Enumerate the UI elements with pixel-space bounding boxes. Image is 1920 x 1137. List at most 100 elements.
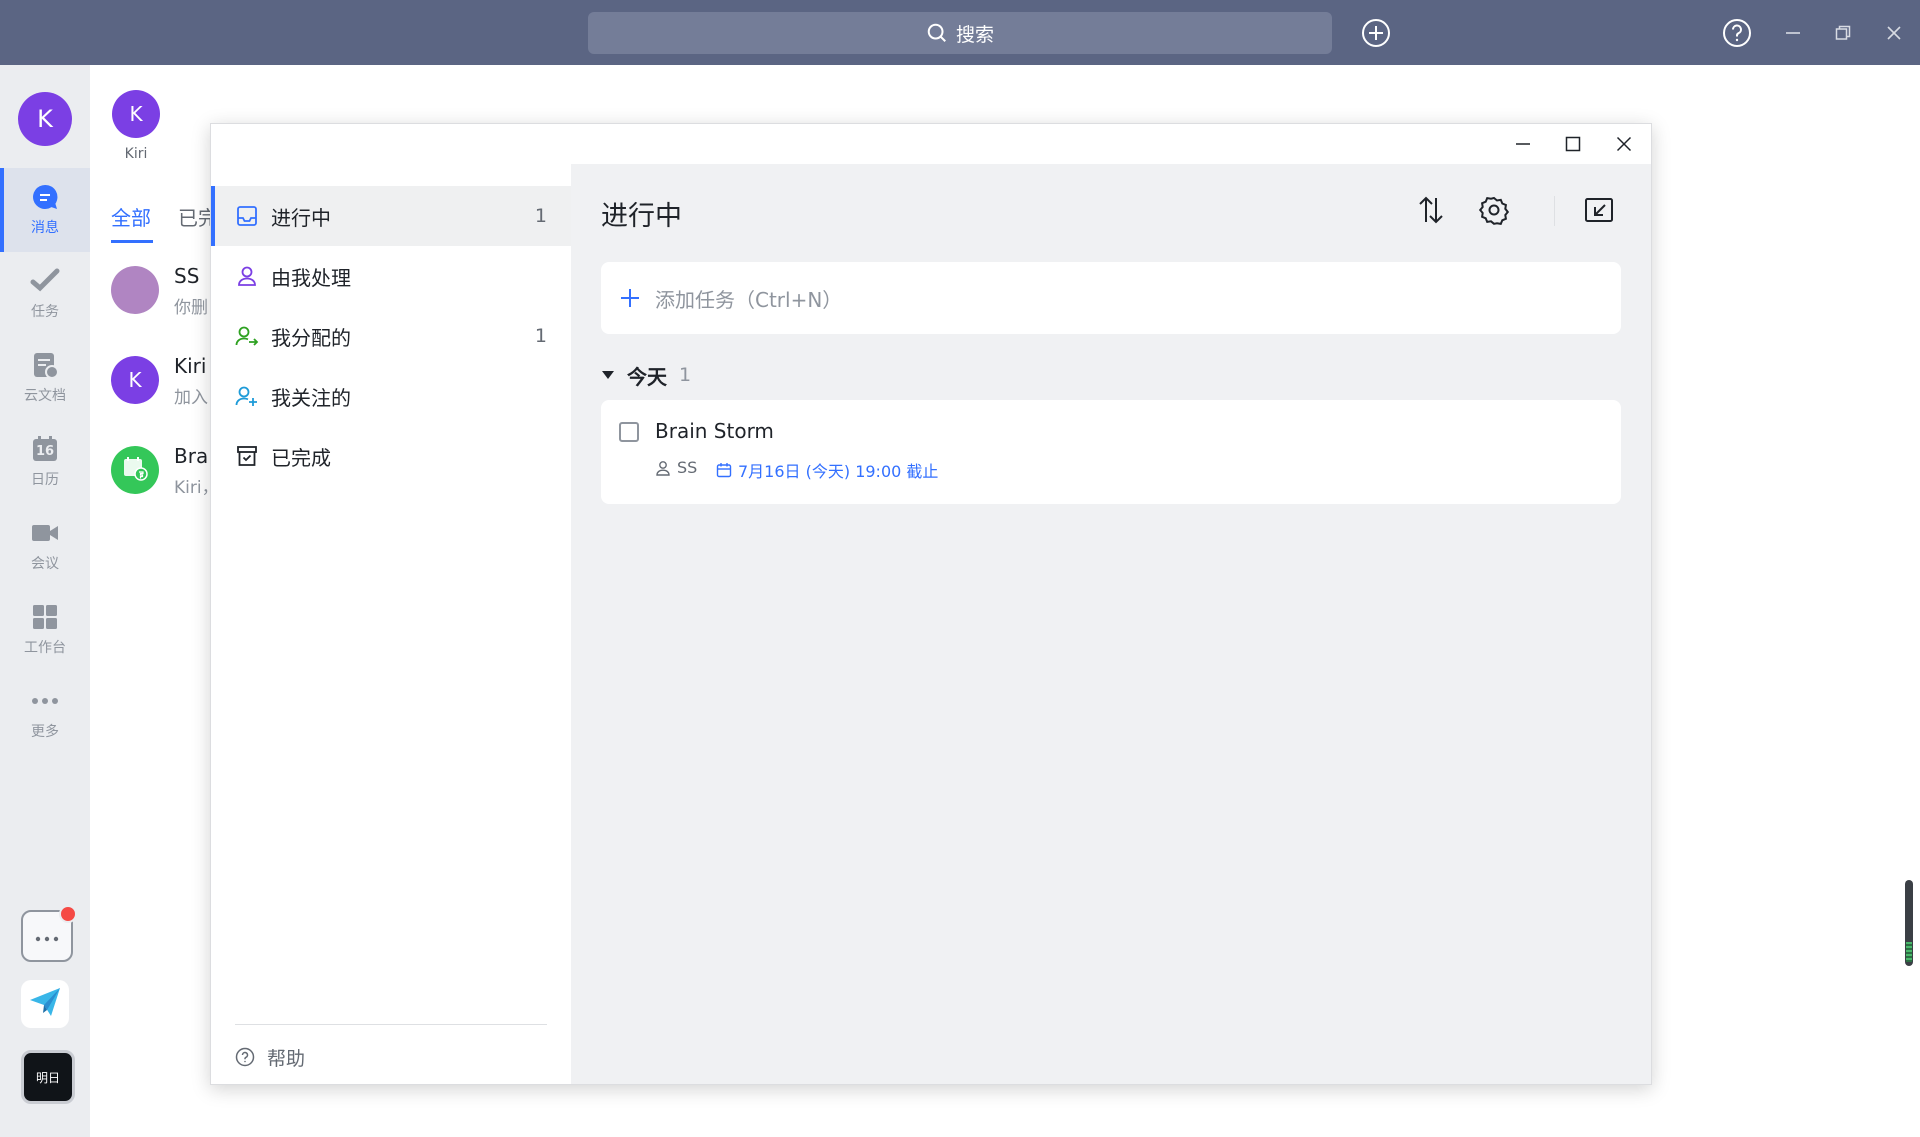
- profile-avatar[interactable]: K: [112, 90, 160, 138]
- nav-label: 日历: [31, 472, 59, 488]
- nav-item-tasks[interactable]: 任务: [0, 252, 90, 336]
- group-header-today[interactable]: 今天 1: [601, 358, 691, 392]
- help-label: 帮助: [267, 1047, 306, 1070]
- window-minimize-icon[interactable]: [1513, 134, 1533, 154]
- more-dots-icon: [35, 927, 59, 946]
- nav-item-meetings[interactable]: 会议: [0, 504, 90, 588]
- task-due-date[interactable]: 7月16日 (今天) 19:00 截止: [716, 458, 938, 482]
- chat-name: Kiri: [174, 354, 207, 378]
- add-task-placeholder: 添加任务（Ctrl+N）: [655, 287, 843, 312]
- sidebar-item-completed[interactable]: 已完成: [211, 426, 571, 486]
- chat-avatar-brainstorm[interactable]: [111, 446, 159, 494]
- search-icon: [926, 22, 948, 44]
- calendar-bot-icon: [122, 455, 148, 486]
- help-link[interactable]: 帮助: [235, 1040, 305, 1074]
- window-maximize-icon[interactable]: [1563, 134, 1583, 154]
- nav-item-more[interactable]: 更多: [0, 672, 90, 756]
- sidebar-item-label: 已完成: [271, 445, 331, 470]
- sidebar-item-assigned-to-me[interactable]: 由我处理: [211, 246, 571, 306]
- collapse-window-icon[interactable]: [1583, 194, 1615, 226]
- nav-item-workplace[interactable]: 工作台: [0, 588, 90, 672]
- add-icon[interactable]: [1360, 17, 1392, 49]
- message-icon: [31, 183, 59, 211]
- chat-tab-all[interactable]: 全部: [111, 202, 151, 231]
- chat-preview: 加入: [174, 388, 208, 408]
- settings-gear-icon[interactable]: [1478, 194, 1510, 226]
- app-tomorrow-button[interactable]: 明日: [21, 1050, 75, 1104]
- nav-label: 工作台: [24, 640, 66, 656]
- nav-label: 消息: [31, 220, 59, 236]
- task-card[interactable]: Brain Storm SS 7月16日 (今天) 19:00 截止: [601, 400, 1621, 504]
- nav-label: 云文档: [24, 388, 66, 404]
- profile-name: Kiri: [124, 146, 148, 162]
- grid-icon: [31, 603, 59, 631]
- sidebar-item-count: 1: [534, 325, 547, 347]
- person-small-icon: [655, 460, 671, 476]
- sidebar-item-assigned-by-me[interactable]: 我分配的 1: [211, 306, 571, 366]
- nav-label: 任务: [31, 304, 59, 320]
- caret-down-icon: [601, 370, 615, 380]
- search-box[interactable]: 搜索: [588, 12, 1332, 54]
- task-title: Brain Storm: [655, 419, 774, 443]
- sort-icon[interactable]: [1416, 194, 1446, 226]
- app-send-button[interactable]: [21, 980, 69, 1028]
- task-icon: [30, 267, 60, 295]
- help-icon[interactable]: [1721, 17, 1753, 49]
- chat-avatar-ss[interactable]: [111, 266, 159, 314]
- inbox-icon: [235, 205, 259, 227]
- task-sidebar: 进行中 1 由我处理 我分配的 1 我关注的 已完成 帮助: [211, 164, 571, 1084]
- calendar-icon: 16: [31, 435, 59, 463]
- chat-name: SS: [174, 264, 200, 288]
- app-tomorrow-label: 明日: [35, 1070, 60, 1085]
- paper-plane-icon: [27, 984, 63, 1024]
- chat-avatar-kiri[interactable]: K: [111, 356, 159, 404]
- page-title: 进行中: [601, 201, 682, 232]
- person-assign-icon: [235, 325, 259, 347]
- tab-underline: [111, 240, 153, 243]
- search-label: 搜索: [955, 23, 994, 46]
- archive-icon: [235, 445, 259, 467]
- calendar-small-icon: [716, 462, 732, 478]
- nav-label: 会议: [31, 556, 59, 572]
- person-follow-icon: [235, 385, 259, 407]
- restore-icon[interactable]: [1832, 22, 1854, 44]
- calendar-day: 16: [35, 444, 55, 459]
- sidebar-item-in-progress[interactable]: 进行中 1: [211, 186, 571, 246]
- sidebar-item-following[interactable]: 我关注的: [211, 366, 571, 426]
- nav-item-messages[interactable]: 消息: [0, 168, 90, 252]
- doc-icon: [31, 351, 59, 379]
- add-task-input[interactable]: 添加任务（Ctrl+N）: [601, 262, 1621, 334]
- sidebar-divider: [235, 1024, 547, 1025]
- nav-item-docs[interactable]: 云文档: [0, 336, 90, 420]
- task-window: 进行中 1 由我处理 我分配的 1 我关注的 已完成 帮助 进行中 添加任务（C…: [210, 123, 1652, 1085]
- group-label: 今天: [627, 364, 667, 389]
- scrollbar-indicator: [1906, 942, 1912, 962]
- notification-dot: [59, 905, 77, 923]
- sidebar-item-label: 进行中: [271, 205, 331, 230]
- window-close-icon[interactable]: [1614, 134, 1634, 154]
- task-main: 进行中 添加任务（Ctrl+N） 今天 1 Brain Storm SS 7月1…: [571, 164, 1651, 1084]
- sidebar-item-label: 由我处理: [271, 265, 351, 290]
- minimize-icon[interactable]: [1782, 22, 1804, 44]
- nav-label: 更多: [31, 724, 59, 740]
- chat-preview: 你删: [174, 298, 208, 318]
- task-assignee[interactable]: SS: [655, 458, 697, 477]
- person-icon: [235, 265, 259, 287]
- plus-icon: [619, 287, 641, 309]
- assignee-name: SS: [677, 458, 698, 477]
- more-icon: [30, 687, 60, 715]
- nav-item-calendar[interactable]: 16 日历: [0, 420, 90, 504]
- video-icon: [30, 519, 60, 547]
- close-icon[interactable]: [1883, 22, 1905, 44]
- chat-name: Brai: [174, 444, 214, 468]
- toolbar-divider: [1554, 196, 1555, 226]
- sidebar-item-count: 1: [534, 205, 547, 227]
- task-checkbox[interactable]: [619, 422, 639, 442]
- task-window-titlebar: [211, 124, 1651, 164]
- due-date-label: 7月16日 (今天) 19:00 截止: [738, 462, 939, 481]
- group-count: 1: [679, 364, 692, 386]
- user-avatar[interactable]: K: [18, 92, 72, 146]
- help-circle-icon: [235, 1047, 255, 1067]
- sidebar-item-label: 我分配的: [271, 325, 351, 350]
- sidebar-item-label: 我关注的: [271, 385, 351, 410]
